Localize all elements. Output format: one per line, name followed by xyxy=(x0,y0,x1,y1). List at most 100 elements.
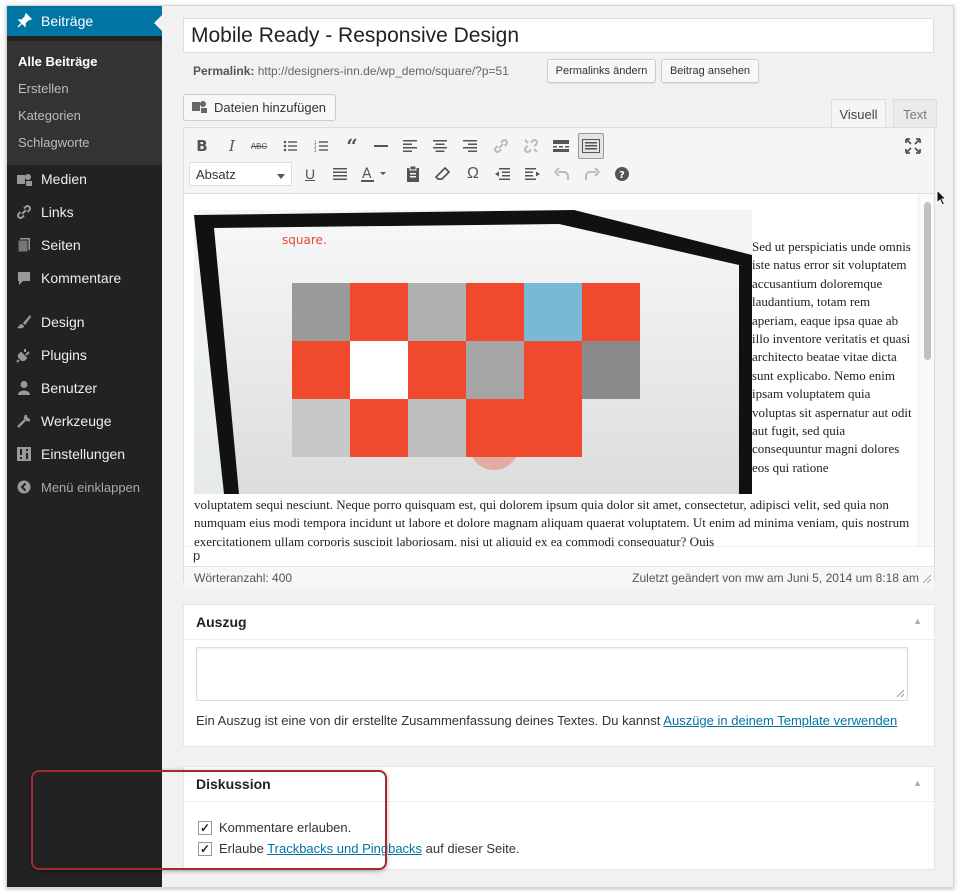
user-icon xyxy=(7,380,41,396)
format-select[interactable]: Absatz xyxy=(189,162,292,186)
read-more-button[interactable] xyxy=(548,133,574,159)
sidebar-item-einstellungen[interactable]: Einstellungen xyxy=(7,439,162,469)
sidebar-submenu: Alle Beiträge Erstellen Kategorien Schla… xyxy=(7,41,162,165)
resize-handle-icon xyxy=(896,689,905,698)
post-title-input[interactable]: Mobile Ready - Responsive Design xyxy=(183,18,934,53)
text-color-button[interactable]: A xyxy=(357,161,393,187)
paste-text-button[interactable] xyxy=(400,161,426,187)
media-icon xyxy=(191,99,208,117)
align-right-button[interactable] xyxy=(457,133,483,159)
indent-button[interactable] xyxy=(519,161,545,187)
change-permalink-button[interactable]: Permalinks ändern xyxy=(547,59,656,83)
horizontal-line-button[interactable] xyxy=(368,133,394,159)
toolbar-toggle-button[interactable] xyxy=(578,133,604,159)
sidebar-item-label: Benutzer xyxy=(41,380,98,396)
tab-text[interactable]: Text xyxy=(893,99,937,128)
keyboard-icon xyxy=(582,139,600,153)
redo-button[interactable] xyxy=(579,161,605,187)
sidebar-item-label: Seiten xyxy=(41,237,81,253)
align-left-button[interactable] xyxy=(397,133,423,159)
sidebar-item-label: Plugins xyxy=(41,347,87,363)
trackbacks-prefix: Erlaube xyxy=(219,841,268,856)
tab-visual[interactable]: Visuell xyxy=(831,99,886,128)
view-post-button[interactable]: Beitrag ansehen xyxy=(661,59,759,83)
sidebar-item-links[interactable]: Links xyxy=(7,197,162,227)
allow-trackbacks-label[interactable]: Erlaube Trackbacks und Pingbacks auf die… xyxy=(219,841,520,856)
sidebar-item-werkzeuge[interactable]: Werkzeuge xyxy=(7,406,162,436)
excerpt-textarea[interactable] xyxy=(196,647,908,701)
submenu-all-posts[interactable]: Alle Beiträge xyxy=(18,54,97,69)
brush-icon xyxy=(7,314,41,330)
allow-comments-row: ✓ Kommentare erlauben. xyxy=(198,820,351,835)
resize-handle-icon[interactable] xyxy=(922,573,932,587)
sidebar-item-label: Medien xyxy=(41,171,87,187)
allow-comments-checkbox[interactable]: ✓ xyxy=(198,820,212,835)
trackbacks-link[interactable]: Trackbacks und Pingbacks xyxy=(267,841,422,856)
underline-button[interactable]: U xyxy=(297,161,323,187)
editor-content[interactable]: square. Sed ut perspiciatis unde omnis i… xyxy=(184,194,919,546)
numbered-list-icon: 123 xyxy=(314,140,328,152)
laptop-photo: square. xyxy=(194,210,752,494)
help-button[interactable]: ? xyxy=(609,161,635,187)
clear-formatting-button[interactable] xyxy=(430,161,456,187)
editor-scrollbar[interactable] xyxy=(918,194,934,546)
permalink-row: Permalink: http://designers-inn.de/wp_de… xyxy=(193,64,509,78)
element-path: p xyxy=(184,546,934,566)
allow-trackbacks-checkbox[interactable]: ✓ xyxy=(198,841,212,856)
sidebar-item-label: Links xyxy=(41,204,74,220)
collapse-arrow-icon[interactable]: ▲ xyxy=(913,616,922,626)
discussion-box: Diskussion ▲ ✓ Kommentare erlauben. ✓ Er… xyxy=(183,766,935,870)
sidebar-item-plugins[interactable]: Plugins xyxy=(7,340,162,370)
sidebar-item-kommentare[interactable]: Kommentare xyxy=(7,263,162,293)
bold-button[interactable]: B xyxy=(189,133,215,159)
post-editor-main: Mobile Ready - Responsive Design Permali… xyxy=(162,6,953,887)
blockquote-button[interactable]: “ xyxy=(339,133,365,159)
sidebar-item-benutzer[interactable]: Benutzer xyxy=(7,373,162,403)
justify-button[interactable] xyxy=(327,161,353,187)
format-select-value: Absatz xyxy=(196,166,236,182)
submenu-create[interactable]: Erstellen xyxy=(18,81,69,96)
editor-scrollbar-thumb[interactable] xyxy=(924,202,931,360)
outdent-button[interactable] xyxy=(489,161,515,187)
numbered-list-button[interactable]: 123 xyxy=(308,133,334,159)
fullscreen-button[interactable] xyxy=(900,133,926,159)
svg-text:A: A xyxy=(362,166,372,182)
strikethrough-button[interactable]: ABC xyxy=(246,133,272,159)
submenu-categories[interactable]: Kategorien xyxy=(18,108,81,123)
media-icon xyxy=(7,172,41,187)
sidebar-item-beitraege[interactable]: Beiträge xyxy=(7,6,162,36)
bullet-list-button[interactable] xyxy=(277,133,303,159)
admin-sidebar: Beiträge Alle Beiträge Erstellen Kategor… xyxy=(7,6,162,887)
horizontal-line-icon xyxy=(374,145,388,147)
italic-button[interactable]: I xyxy=(219,133,245,159)
add-media-label: Dateien hinzufügen xyxy=(214,100,327,115)
sidebar-item-label: Beiträge xyxy=(41,13,94,29)
help-icon: ? xyxy=(615,167,629,181)
sidebar-item-seiten[interactable]: Seiten xyxy=(7,230,162,260)
collapse-menu-button[interactable]: Menü einklappen xyxy=(7,472,162,502)
svg-text:?: ? xyxy=(619,170,625,181)
pages-icon xyxy=(7,237,41,253)
collapse-arrow-icon[interactable]: ▲ xyxy=(913,778,922,788)
post-image[interactable]: square. xyxy=(194,210,752,494)
allow-comments-label[interactable]: Kommentare erlauben. xyxy=(219,820,351,835)
discussion-box-header[interactable]: Diskussion ▲ xyxy=(184,767,934,802)
insert-link-button[interactable] xyxy=(488,133,514,159)
excerpt-box-header[interactable]: Auszug ▲ xyxy=(184,605,934,640)
remove-link-button[interactable] xyxy=(518,133,544,159)
word-count: Wörteranzahl: 400 xyxy=(194,571,293,585)
align-center-button[interactable] xyxy=(427,133,453,159)
permalink-url[interactable]: http://designers-inn.de/wp_demo/square/?… xyxy=(258,64,509,78)
align-right-icon xyxy=(463,140,477,152)
excerpt-box: Auszug ▲ Ein Auszug ist eine von dir ers… xyxy=(183,604,935,747)
sidebar-item-design[interactable]: Design xyxy=(7,307,162,337)
submenu-tags[interactable]: Schlagworte xyxy=(18,135,90,150)
sidebar-item-label: Design xyxy=(41,314,85,330)
sidebar-item-medien[interactable]: Medien xyxy=(7,164,162,194)
permalink-label: Permalink: xyxy=(193,64,255,78)
undo-button[interactable] xyxy=(549,161,575,187)
sidebar-item-label: Werkzeuge xyxy=(41,413,112,429)
special-char-button[interactable]: Ω xyxy=(460,161,486,187)
add-media-button[interactable]: Dateien hinzufügen xyxy=(183,94,337,121)
excerpt-template-link[interactable]: Auszüge in deinem Template verwenden xyxy=(663,713,897,728)
